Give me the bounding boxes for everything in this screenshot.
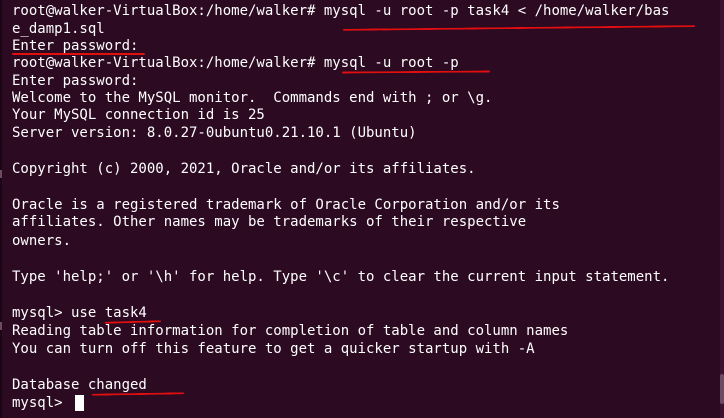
- terminal-line: You can turn off this feature to get a q…: [12, 341, 535, 357]
- terminal-line: affiliates. Other names may be trademark…: [12, 214, 527, 230]
- terminal-line: Type 'help;' or '\h' for help. Type '\c'…: [12, 269, 670, 285]
- annotation-underline: [342, 25, 696, 31]
- terminal-prompt-line[interactable]: mysql>: [12, 394, 71, 412]
- terminal-line: Server version: 8.0.27-0ubuntu0.21.10.1 …: [12, 125, 417, 141]
- annotation-underline: [12, 53, 145, 55]
- terminal-line: mysql> use task4: [12, 305, 147, 321]
- terminal-line: Welcome to the MySQL monitor. Commands e…: [12, 90, 493, 106]
- terminal-line: e_damp1.sql: [12, 21, 105, 37]
- terminal-line: Oracle is a registered trademark of Orac…: [12, 197, 560, 213]
- terminal-line: root@walker-VirtualBox:/home/walker# mys…: [12, 55, 459, 71]
- scrollbar-thumb[interactable]: [720, 374, 724, 404]
- annotation-underline: [91, 392, 185, 396]
- terminal-line: owners.: [12, 233, 72, 249]
- window-left-edge: [0, 0, 2, 418]
- terminal-line: Database changed: [12, 377, 147, 393]
- terminal-line: Your MySQL connection id is 25: [12, 107, 265, 123]
- side-notch-marker: [0, 322, 2, 330]
- scrollbar-track[interactable]: [720, 0, 724, 418]
- text-cursor: [75, 395, 84, 411]
- terminal-line: Copyright (c) 2000, 2021, Oracle and/or …: [12, 161, 476, 177]
- terminal-window[interactable]: root@walker-VirtualBox:/home/walker# mys…: [0, 0, 724, 418]
- side-notch-marker: [0, 170, 2, 178]
- terminal-line: root@walker-VirtualBox:/home/walker# mys…: [12, 3, 670, 19]
- terminal-line: Reading table information for completion…: [12, 323, 569, 339]
- annotation-underline: [341, 70, 491, 74]
- terminal-line: Enter password:: [12, 73, 139, 89]
